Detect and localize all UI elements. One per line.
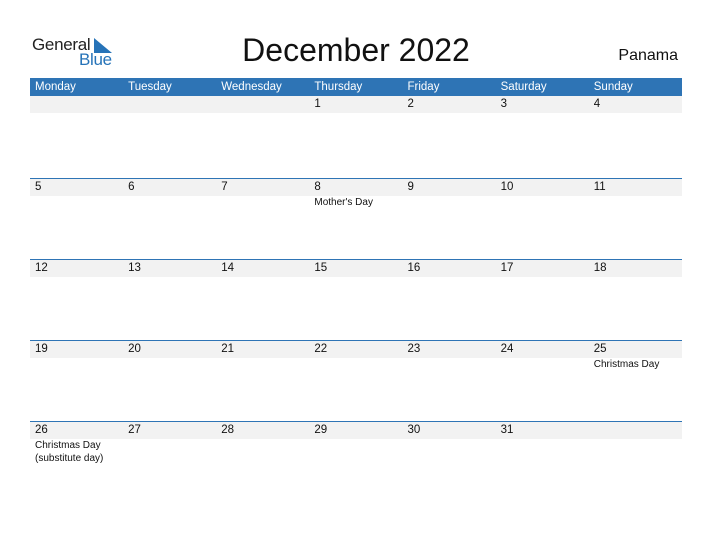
holiday-label (216, 113, 309, 114)
holiday-label (30, 277, 123, 278)
day-number: 3 (500, 98, 508, 110)
holiday-label: Christmas Day (593, 359, 660, 370)
holiday-label (589, 277, 682, 278)
holiday-label (403, 113, 496, 114)
weekday-header: Monday Tuesday Wednesday Thursday Friday… (30, 78, 682, 96)
day-number: 24 (500, 343, 514, 355)
date-band: 26 27 28 29 30 31 (30, 421, 682, 439)
day-number: 11 (593, 181, 606, 193)
holiday-label (216, 358, 309, 372)
holiday-label (403, 196, 496, 210)
events-row: Christmas Day (30, 358, 682, 372)
weekday-wednesday: Wednesday (221, 81, 282, 93)
day-number: 16 (407, 262, 421, 274)
holiday-label (496, 113, 589, 114)
day-number: 7 (221, 181, 228, 193)
day-number: 8 (314, 181, 321, 193)
week-row: 1 2 3 4 (30, 96, 682, 114)
country-label: Panama (618, 47, 678, 64)
holiday-label (309, 358, 402, 372)
holiday-label (123, 358, 216, 372)
week-row: 5 6 7 8 9 10 11 Mother's Day (30, 178, 682, 210)
week-row: 12 13 14 15 16 17 18 (30, 259, 682, 278)
day-number: 5 (35, 181, 42, 193)
day-number: 31 (500, 424, 514, 436)
day-number: 20 (128, 343, 141, 355)
holiday-label (216, 439, 309, 465)
day-number (216, 96, 309, 113)
date-band: 19 20 21 22 23 24 25 (30, 340, 682, 358)
events-row: Christmas Day (substitute day) (30, 439, 682, 465)
day-number: 4 (593, 98, 601, 110)
day-number: 23 (407, 343, 421, 355)
day-number (30, 96, 123, 113)
day-number: 19 (35, 343, 48, 355)
day-number: 27 (128, 424, 141, 436)
weekday-thursday: Thursday (314, 81, 363, 93)
holiday-label (123, 277, 216, 278)
day-number: 14 (221, 262, 235, 274)
date-band: 12 13 14 15 16 17 18 (30, 259, 682, 277)
events-row (30, 113, 682, 114)
weekday-sunday: Sunday (593, 81, 633, 93)
holiday-label (496, 196, 589, 210)
holiday-label (216, 196, 309, 210)
day-number: 12 (35, 262, 48, 274)
holiday-label (309, 113, 402, 114)
day-number: 10 (500, 181, 514, 193)
holiday-label (123, 439, 216, 465)
holiday-label: Christmas Day (substitute day) (35, 440, 104, 464)
day-number: 18 (593, 262, 607, 274)
day-number: 6 (128, 181, 135, 193)
day-number: 15 (314, 262, 328, 274)
day-number (123, 96, 216, 113)
holiday-label (496, 358, 589, 372)
holiday-label (30, 196, 123, 210)
holiday-label (589, 196, 682, 210)
holiday-label (123, 196, 216, 210)
day-number: 28 (221, 424, 235, 436)
holiday-label (30, 358, 123, 372)
day-number: 9 (407, 181, 414, 193)
day-number: 1 (314, 98, 321, 110)
date-band: 5 6 7 8 9 10 11 (30, 178, 682, 196)
weekday-monday: Monday (35, 81, 76, 93)
holiday-label (216, 277, 309, 278)
holiday-label (589, 113, 682, 114)
holiday-label (496, 439, 589, 465)
day-number: 25 (593, 343, 607, 355)
holiday-label (123, 113, 216, 114)
date-band: 1 2 3 4 (30, 96, 682, 113)
day-number (589, 422, 682, 439)
day-number: 21 (221, 343, 235, 355)
holiday-label (309, 277, 402, 278)
holiday-label (589, 439, 682, 465)
day-number: 17 (500, 262, 514, 274)
weekday-tuesday: Tuesday (128, 81, 172, 93)
holiday-label (403, 439, 496, 465)
week-row: 19 20 21 22 23 24 25 Christmas Day (30, 340, 682, 372)
holiday-label (496, 277, 589, 278)
day-number: 13 (128, 262, 141, 274)
weekday-saturday: Saturday (500, 81, 547, 93)
holiday-label (30, 113, 123, 114)
weekday-friday: Friday (407, 81, 440, 93)
day-number: 29 (314, 424, 328, 436)
events-row: Mother's Day (30, 196, 682, 210)
page-title: December 2022 (242, 32, 470, 68)
day-number: 2 (407, 98, 414, 110)
holiday-label (403, 358, 496, 372)
week-row: 26 27 28 29 30 31 Christmas Day (substitute da… (30, 421, 682, 465)
events-row (30, 277, 682, 278)
day-number: 26 (35, 424, 48, 436)
holiday-label (309, 439, 402, 465)
day-number: 30 (407, 424, 421, 436)
day-number: 22 (314, 343, 328, 355)
holiday-label: Mother's Day (314, 197, 373, 208)
holiday-label (403, 277, 496, 278)
